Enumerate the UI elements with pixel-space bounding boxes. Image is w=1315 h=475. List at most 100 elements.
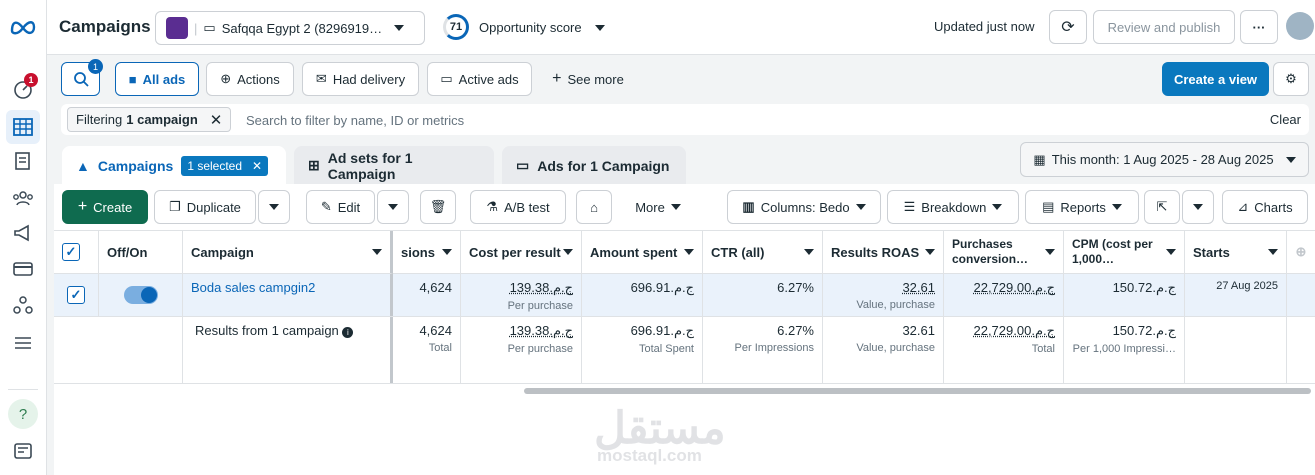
sort-icon bbox=[442, 249, 452, 255]
billing-card-icon[interactable] bbox=[6, 252, 40, 286]
chart-icon: ⊿ bbox=[1237, 199, 1249, 214]
sort-icon bbox=[684, 249, 694, 255]
tag-button[interactable]: ⌂ bbox=[576, 190, 612, 224]
ab-test-button[interactable]: ⚗ A/B test bbox=[470, 190, 566, 224]
active-ads-button[interactable]: ▭ Active ads bbox=[427, 62, 532, 96]
info-icon[interactable]: i bbox=[342, 327, 354, 338]
col-starts[interactable]: Starts bbox=[1185, 231, 1287, 274]
menu-icon[interactable] bbox=[6, 326, 40, 360]
campaigns-table-icon[interactable] bbox=[6, 110, 40, 144]
search-icon bbox=[73, 72, 89, 87]
col-results-roas[interactable]: Results ROAS bbox=[823, 231, 944, 274]
export-icon: ⇱ bbox=[1156, 199, 1168, 214]
charts-button[interactable]: ⊿ Charts bbox=[1222, 190, 1308, 224]
close-icon[interactable]: ✕ bbox=[252, 159, 262, 173]
chevron-down-icon bbox=[1111, 204, 1122, 210]
flask-icon: ⚗ bbox=[486, 199, 499, 214]
notification-badge: 1 bbox=[24, 73, 38, 87]
row-checkbox[interactable]: ✓ bbox=[67, 286, 85, 304]
more-options-button[interactable]: ··· bbox=[1240, 10, 1278, 44]
campaign-icon: ▲ bbox=[76, 157, 90, 174]
delivery-icon: ✉ bbox=[315, 71, 327, 86]
purchases-value: 22,729.00.ج.م bbox=[973, 280, 1055, 295]
chevron-down-icon bbox=[388, 204, 398, 210]
ad-icon: ▭ bbox=[516, 157, 530, 173]
add-column-icon[interactable]: ⊕ bbox=[1287, 231, 1315, 274]
view-settings-button[interactable]: ⚙ bbox=[1273, 62, 1309, 96]
search-count-badge: 1 bbox=[88, 59, 103, 74]
col-purchases[interactable]: Purchases conversion… bbox=[944, 231, 1064, 274]
breakdown-button[interactable]: ☰ Breakdown bbox=[887, 190, 1019, 224]
account-logo bbox=[166, 17, 188, 39]
actions-button[interactable]: ⊕ Actions bbox=[206, 62, 294, 96]
megaphone-icon[interactable] bbox=[6, 216, 40, 250]
col-ctr[interactable]: CTR (all) bbox=[703, 231, 823, 274]
arrow-up-circle-icon: ⊕ bbox=[220, 71, 232, 86]
edit-button[interactable]: ✎ Edit bbox=[306, 190, 375, 224]
watermark-url: mostaql.com bbox=[597, 446, 702, 465]
adsets-grid-icon: ⊞ bbox=[308, 157, 320, 173]
all-ads-button[interactable]: ■ All ads bbox=[115, 62, 199, 96]
starts-value: 27 Aug 2025 bbox=[1185, 274, 1287, 316]
duplicate-dropdown[interactable] bbox=[258, 190, 290, 224]
breakdown-icon: ☰ bbox=[903, 199, 916, 214]
campaigns-table: ✓ Off/On Campaign sions Cost per result … bbox=[54, 230, 1315, 475]
delete-button[interactable]: 🗑 bbox=[420, 190, 456, 224]
business-tools-icon[interactable] bbox=[6, 288, 40, 322]
meta-logo-icon[interactable] bbox=[6, 10, 40, 44]
results-value: 4,624 bbox=[419, 280, 452, 295]
export-dropdown[interactable] bbox=[1182, 190, 1214, 224]
action-toolbar: + Create ❐ Duplicate ✎ Edit 🗑 ⚗ A/B test ⌂ M… bbox=[54, 184, 1315, 230]
selected-badge[interactable]: 1 selected ✕ bbox=[181, 155, 269, 176]
opportunity-score-label[interactable]: Opportunity score bbox=[479, 20, 582, 35]
search-bar[interactable]: Filtering 1 campaign ✕ Search to filter … bbox=[61, 104, 1309, 135]
columns-icon: ▥ bbox=[742, 199, 755, 214]
col-results[interactable]: sions bbox=[393, 231, 461, 274]
help-icon[interactable]: ? bbox=[6, 397, 40, 431]
col-cpm[interactable]: CPM (cost per 1,000… bbox=[1064, 231, 1185, 274]
columns-button[interactable]: ▥ Columns: Bedo bbox=[727, 190, 881, 224]
sort-icon bbox=[1166, 249, 1176, 255]
news-feed-icon[interactable] bbox=[6, 434, 40, 468]
campaign-toggle[interactable] bbox=[123, 286, 158, 304]
search-button[interactable]: 1 bbox=[61, 59, 103, 96]
pages-icon[interactable] bbox=[6, 144, 40, 178]
avatar[interactable] bbox=[1286, 12, 1314, 40]
chevron-down-icon[interactable] bbox=[595, 25, 605, 31]
col-off-on[interactable]: Off/On bbox=[99, 231, 183, 274]
reports-button[interactable]: ▤ Reports bbox=[1025, 190, 1139, 224]
date-range-picker[interactable]: ▦ This month: 1 Aug 2025 - 28 Aug 2025 bbox=[1020, 142, 1309, 177]
col-cost-per-result[interactable]: Cost per result bbox=[461, 231, 582, 274]
clear-button[interactable]: Clear bbox=[1270, 112, 1301, 127]
col-amount-spent[interactable]: Amount spent bbox=[582, 231, 703, 274]
performance-gauge-icon[interactable]: 1 bbox=[6, 73, 40, 107]
sort-icon bbox=[1045, 249, 1055, 255]
filter-chip[interactable]: Filtering 1 campaign ✕ bbox=[67, 107, 232, 132]
search-input[interactable]: Search to filter by name, ID or metrics bbox=[246, 113, 464, 128]
ad-account-selector[interactable]: | ▭ Safqqa Egypt 2 (8296919… bbox=[155, 11, 425, 45]
create-view-button[interactable]: Create a view bbox=[1162, 62, 1269, 96]
tab-adsets[interactable]: ⊞ Ad sets for 1 Campaign bbox=[294, 146, 494, 185]
plus-icon: + bbox=[77, 198, 88, 215]
duplicate-button[interactable]: ❐ Duplicate bbox=[154, 190, 256, 224]
see-more-button[interactable]: + See more bbox=[540, 62, 636, 96]
export-button[interactable]: ⇱ bbox=[1144, 190, 1180, 224]
table-row[interactable]: ✓ Boda sales campgin2 4,624 139.38.ج.م Pe… bbox=[54, 274, 1315, 317]
review-publish-button[interactable]: Review and publish bbox=[1093, 10, 1235, 44]
chevron-down-icon bbox=[855, 204, 866, 210]
audiences-icon[interactable] bbox=[6, 181, 40, 215]
create-button[interactable]: + Create bbox=[62, 190, 148, 224]
ctr-value: 6.27% bbox=[777, 280, 814, 295]
had-delivery-button[interactable]: ✉ Had delivery bbox=[302, 62, 419, 96]
edit-dropdown[interactable] bbox=[377, 190, 409, 224]
select-all-checkbox[interactable]: ✓ bbox=[62, 243, 80, 261]
opportunity-score-gauge[interactable]: 71 bbox=[443, 14, 469, 40]
more-button[interactable]: More bbox=[620, 190, 696, 224]
col-campaign[interactable]: Campaign bbox=[183, 231, 393, 274]
close-icon[interactable]: ✕ bbox=[210, 111, 223, 129]
tab-campaigns[interactable]: ▲ Campaigns 1 selected ✕ bbox=[62, 146, 286, 185]
horizontal-scrollbar[interactable] bbox=[524, 388, 1311, 394]
tab-ads[interactable]: ▭ Ads for 1 Campaign bbox=[502, 146, 686, 185]
refresh-button[interactable]: ⟳ bbox=[1049, 10, 1087, 44]
campaign-name-link[interactable]: Boda sales campgin2 bbox=[183, 274, 393, 316]
